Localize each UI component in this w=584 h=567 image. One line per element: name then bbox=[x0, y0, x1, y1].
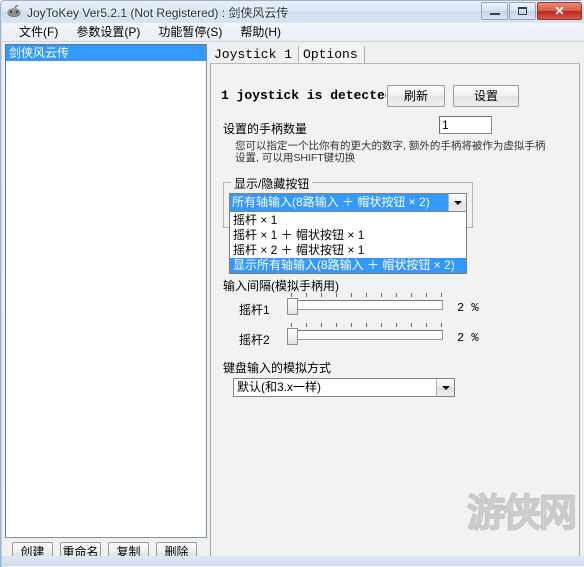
minimize-button[interactable] bbox=[481, 2, 508, 20]
show-hide-selected-value: 所有轴输入(8路输入 ＋ 帽状按钮 × 2) bbox=[230, 194, 448, 211]
list-item[interactable]: 剑侠风云传 bbox=[6, 45, 206, 61]
detected-status-text: 1 joystick is detected bbox=[221, 88, 386, 103]
close-button[interactable]: ✕ bbox=[537, 2, 582, 20]
slider-1-thumb[interactable] bbox=[287, 298, 298, 315]
maximize-icon bbox=[518, 7, 527, 15]
window-title: JoyToKey Ver5.2.1 (Not Registered) : 剑侠风… bbox=[27, 5, 289, 20]
slider-2-ticks bbox=[291, 323, 443, 328]
keyboard-mode-label: 键盘输入的模拟方式 bbox=[223, 361, 332, 375]
tab-panel-options: 1 joystick is detected 刷新 设置 设置的手柄数量 您可以… bbox=[210, 63, 580, 560]
interval-section-label: 输入间隔(模拟手柄用) bbox=[223, 279, 339, 293]
menu-item-file[interactable]: 文件(F) bbox=[10, 22, 67, 42]
show-hide-combobox[interactable]: 所有轴输入(8路输入 ＋ 帽状按钮 × 2) 摇杆 × 1 摇杆 × 1 ＋ 帽… bbox=[229, 193, 467, 274]
slider-2[interactable] bbox=[287, 323, 445, 345]
slider-1-track[interactable] bbox=[291, 300, 443, 310]
keyboard-mode-combobox[interactable]: 默认(和3.x一样) bbox=[233, 378, 455, 397]
client-area: 剑侠风云传 创建 重命名 复制 删除 Joystick 1 Options 1 … bbox=[2, 42, 584, 567]
slider-1-ticks bbox=[291, 293, 443, 298]
show-hide-combo-field[interactable]: 所有轴输入(8路输入 ＋ 帽状按钮 × 2) bbox=[229, 193, 467, 212]
menu-item-pause[interactable]: 功能暂停(S) bbox=[149, 22, 231, 42]
pad-count-input[interactable] bbox=[439, 116, 492, 134]
maximize-button[interactable] bbox=[509, 2, 536, 20]
tab-strip: Joystick 1 Options bbox=[210, 44, 365, 64]
joystick-detect-row: 1 joystick is detected 刷新 设置 bbox=[221, 85, 571, 109]
menu-item-settings[interactable]: 参数设置(P) bbox=[67, 22, 149, 42]
settings-button[interactable]: 设置 bbox=[453, 85, 519, 107]
slider-1-value: 2 % bbox=[457, 301, 479, 315]
slider-1-label: 摇杆1 bbox=[239, 303, 270, 317]
tab-options[interactable]: Options bbox=[299, 46, 365, 64]
minimize-icon bbox=[489, 13, 500, 15]
show-hide-group-title: 显示/隐藏按钮 bbox=[231, 175, 313, 192]
refresh-button[interactable]: 刷新 bbox=[387, 85, 445, 107]
title-bar: JoyToKey Ver5.2.1 (Not Registered) : 剑侠风… bbox=[1, 1, 584, 23]
slider-2-thumb[interactable] bbox=[287, 328, 298, 345]
application-window: JoyToKey Ver5.2.1 (Not Registered) : 剑侠风… bbox=[0, 0, 584, 567]
keyboard-mode-value: 默认(和3.x一样) bbox=[237, 380, 322, 394]
tab-joystick-1[interactable]: Joystick 1 bbox=[210, 46, 300, 64]
combo-option[interactable]: 摇杆 × 2 ＋ 帽状按钮 × 1 bbox=[230, 243, 466, 258]
slider-2-value: 2 % bbox=[457, 331, 479, 345]
options-panel: Joystick 1 Options 1 joystick is detecte… bbox=[210, 44, 580, 560]
arrow-down-glyph bbox=[453, 200, 462, 205]
slider-2-label: 摇杆2 bbox=[239, 333, 270, 347]
chevron-down-icon[interactable] bbox=[436, 379, 454, 396]
combo-option[interactable]: 摇杆 × 1 bbox=[230, 213, 466, 228]
pad-count-hint: 您可以指定一个比你有的更大的数字, 额外的手柄将被作为虚拟手柄设置, 可以用SH… bbox=[235, 140, 546, 164]
combo-option[interactable]: 显示所有轴输入(8路输入 ＋ 帽状按钮 × 2) bbox=[230, 258, 466, 273]
window-bottom-strip bbox=[2, 556, 584, 566]
arrow-down-glyph bbox=[441, 385, 450, 390]
combo-option[interactable]: 摇杆 × 1 ＋ 帽状按钮 × 1 bbox=[230, 228, 466, 243]
profile-list[interactable]: 剑侠风云传 bbox=[5, 44, 207, 538]
site-watermark: 游侠网 bbox=[466, 490, 578, 536]
show-hide-combo-dropdown[interactable]: 摇杆 × 1 摇杆 × 1 ＋ 帽状按钮 × 1 摇杆 × 2 ＋ 帽状按钮 ×… bbox=[229, 212, 467, 274]
window-controls: ✕ bbox=[481, 2, 583, 20]
chevron-down-icon[interactable] bbox=[448, 194, 466, 211]
slider-2-track[interactable] bbox=[291, 330, 443, 340]
menu-item-help[interactable]: 帮助(H) bbox=[231, 22, 290, 42]
slider-1[interactable] bbox=[287, 293, 445, 315]
pad-count-label: 设置的手柄数量 bbox=[223, 122, 308, 136]
menu-bar: 文件(F) 参数设置(P) 功能暂停(S) 帮助(H) bbox=[2, 23, 584, 42]
app-icon bbox=[6, 4, 22, 20]
